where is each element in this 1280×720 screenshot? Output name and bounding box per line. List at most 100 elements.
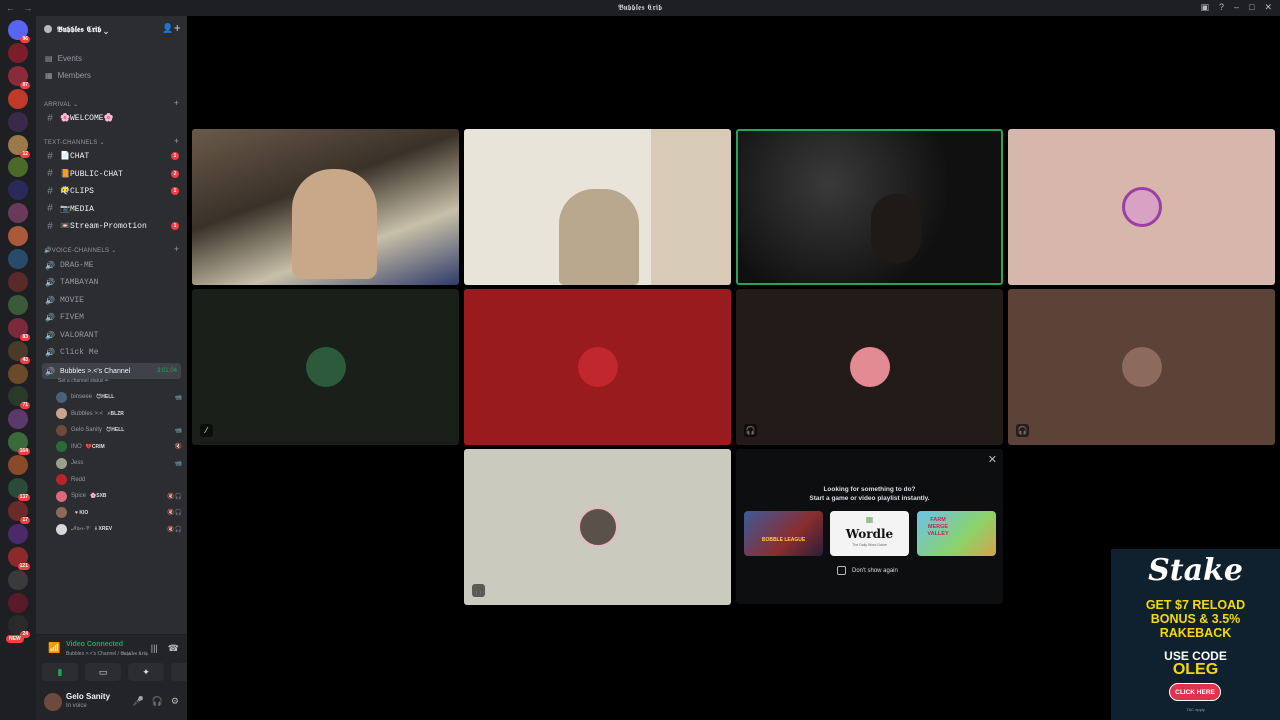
voice-status[interactable]: Video Connected bbox=[66, 641, 123, 648]
video-tile[interactable] bbox=[464, 289, 731, 445]
close-icon[interactable]: ✕ bbox=[1264, 2, 1272, 13]
voice-channel[interactable]: 🔊 Click Me bbox=[42, 345, 181, 361]
avatar[interactable] bbox=[44, 693, 62, 711]
video-tile[interactable]: 🎧 bbox=[464, 449, 731, 605]
inbox-icon[interactable]: ▣ bbox=[1200, 2, 1209, 13]
video-tile[interactable]: 🎧 bbox=[736, 289, 1003, 445]
camera-button[interactable]: ▮ bbox=[42, 663, 78, 681]
voice-channel[interactable]: 🔊 VALORANT bbox=[42, 327, 181, 343]
voice-user[interactable]: Jess 📹 bbox=[56, 455, 182, 471]
voice-user[interactable]: binseee 😈HELL 📹 bbox=[56, 389, 182, 405]
voice-user[interactable]: ♥ KIO 🔇🎧 bbox=[56, 505, 182, 521]
unread-badge: 2 bbox=[171, 169, 179, 178]
add-channel-icon[interactable]: + bbox=[174, 136, 179, 146]
category-voice[interactable]: 🔊VOICE-CHANNELS ⌄ bbox=[44, 247, 117, 254]
voice-user[interactable]: INO 💔CRIM 🔇 bbox=[56, 439, 182, 455]
activities-button[interactable]: ✦ bbox=[128, 663, 164, 681]
voice-user-tag: 💔CRIM bbox=[85, 443, 105, 450]
video-tile[interactable]: 🎧 bbox=[1008, 289, 1275, 445]
members-link[interactable]: ▦ Members bbox=[42, 67, 181, 83]
video-tile[interactable] bbox=[736, 129, 1003, 285]
noise-suppression-icon[interactable]: ||| bbox=[151, 643, 158, 654]
channel-status[interactable]: Set a channel status ✏ bbox=[58, 378, 109, 384]
server-icon[interactable]: 164 bbox=[8, 432, 30, 456]
headphones-icon[interactable]: 🎧 bbox=[152, 696, 163, 707]
guild-header[interactable]: 𝕭𝖚𝖇𝖇𝖑𝖊𝖘 𝕮𝖗𝖎𝖇 ⌄ 👤+ bbox=[36, 16, 187, 42]
server-icon[interactable] bbox=[8, 592, 28, 613]
ad-click-button[interactable]: CLICK HERE bbox=[1169, 683, 1221, 701]
category-text[interactable]: TEXT-CHANNELS ⌄ bbox=[44, 139, 105, 146]
server-icon[interactable] bbox=[8, 157, 28, 178]
disconnect-icon[interactable]: ☎ bbox=[168, 643, 179, 654]
server-icon[interactable] bbox=[8, 226, 28, 247]
activity-card-farm[interactable]: FARM MERGE VALLEY bbox=[917, 511, 996, 556]
active-voice-channel[interactable]: 🔊 Bubbles >.<'s Channel 3:01:04 bbox=[42, 363, 181, 379]
voice-channel[interactable]: 🔊 FIVEM bbox=[42, 310, 181, 326]
help-icon[interactable]: ? bbox=[1219, 2, 1224, 13]
home-icon[interactable]: 96 bbox=[8, 20, 30, 43]
add-channel-icon[interactable]: + bbox=[174, 244, 179, 254]
server-icon[interactable]: 17 bbox=[8, 500, 30, 524]
server-icon[interactable] bbox=[8, 294, 28, 315]
voice-channel[interactable]: 🔊 TAMBAYAN bbox=[42, 275, 181, 291]
video-tile[interactable] bbox=[1008, 129, 1275, 285]
microphone-icon[interactable]: 🎤 bbox=[132, 696, 143, 707]
server-icon[interactable]: 87 bbox=[8, 65, 30, 89]
activity-card-wordle[interactable]: ▦ Wordle The Daily Word Game bbox=[830, 511, 909, 556]
server-icon[interactable]: 71 bbox=[8, 386, 30, 410]
video-tile[interactable] bbox=[464, 129, 731, 285]
text-channel[interactable]: # 📙PUBLIC-CHAT 2 bbox=[42, 166, 181, 182]
channel-welcome[interactable]: # 🌸WELCOME🌸 bbox=[42, 110, 181, 126]
server-icon[interactable]: 24 bbox=[8, 615, 30, 639]
minimize-icon[interactable]: – bbox=[1234, 2, 1239, 13]
voice-user[interactable]: Bubbles >.< ⚡BLZR bbox=[56, 406, 182, 422]
server-icon[interactable]: 83 bbox=[8, 317, 30, 341]
server-icon[interactable] bbox=[8, 111, 28, 132]
voice-user-tag: ⸸ XREV bbox=[94, 526, 113, 532]
user-name[interactable]: Gelo Sanity bbox=[66, 692, 110, 701]
video-tile[interactable] bbox=[192, 129, 459, 285]
text-channel[interactable]: # 😶‍🌫️CLIPS 1 bbox=[42, 183, 181, 199]
text-channel[interactable]: # 📼Stream-Promotion 1 bbox=[42, 218, 181, 234]
video-tile[interactable]: ⁄ bbox=[192, 289, 459, 445]
server-icon[interactable] bbox=[8, 523, 28, 544]
server-icon[interactable]: 121 bbox=[8, 546, 30, 570]
maximize-icon[interactable]: □ bbox=[1249, 2, 1254, 13]
server-icon[interactable] bbox=[8, 249, 28, 269]
text-channel[interactable]: # 📷MEDIA bbox=[42, 201, 181, 217]
server-icon[interactable] bbox=[8, 455, 28, 476]
voice-channel[interactable]: 🔊 DRAG-ME bbox=[42, 257, 181, 273]
server-icon[interactable]: 12 bbox=[8, 134, 30, 158]
server-icon[interactable] bbox=[8, 42, 28, 63]
activity-title-line1: Looking for something to do? bbox=[823, 486, 916, 493]
add-member-icon[interactable]: 👤+ bbox=[162, 24, 181, 34]
user-status: In voice bbox=[66, 703, 87, 709]
voice-user[interactable]: 𝒩𝑜𝒾𝓇-𝒱 ⸸ XREV 🔇🎧 bbox=[56, 521, 182, 537]
voice-user[interactable]: Redd bbox=[56, 472, 182, 488]
server-icon[interactable]: 137 bbox=[8, 478, 30, 501]
events-link[interactable]: ▤ Events bbox=[42, 50, 181, 66]
voice-channel[interactable]: 🔊 MOVIE bbox=[42, 292, 181, 308]
server-icon[interactable] bbox=[8, 409, 28, 430]
server-icon[interactable] bbox=[8, 363, 28, 384]
voice-location[interactable]: Bubbles >.<'s Channel / 𝕭𝖚𝖇𝖇𝖑𝖊𝖘 𝕮𝖗𝖎𝖇 bbox=[66, 651, 148, 657]
server-badge: 17 bbox=[20, 516, 30, 524]
checkbox[interactable] bbox=[837, 566, 846, 575]
server-icon[interactable] bbox=[8, 88, 28, 109]
deafen-icon: 🎧 bbox=[1016, 424, 1029, 437]
dont-show-again[interactable]: Don't show again bbox=[837, 566, 898, 575]
category-arrival[interactable]: ARRIVAL ⌄ bbox=[44, 101, 78, 108]
voice-user[interactable]: Spice 🌸SXB 🔇🎧 bbox=[56, 488, 182, 504]
screenshare-button[interactable]: ▭ bbox=[85, 663, 121, 681]
server-icon[interactable]: 43 bbox=[8, 340, 30, 364]
server-icon[interactable] bbox=[8, 203, 28, 224]
close-icon[interactable]: ✕ bbox=[988, 453, 997, 466]
activity-card-bobble[interactable]: BOBBLE LEAGUE bbox=[744, 511, 823, 556]
server-icon[interactable] bbox=[8, 180, 28, 201]
server-icon[interactable] bbox=[8, 271, 28, 292]
voice-user[interactable]: Gelo Sanity 😈HELL 📹 bbox=[56, 422, 182, 438]
settings-icon[interactable]: ⚙ bbox=[171, 696, 179, 707]
server-icon[interactable] bbox=[8, 569, 28, 590]
add-channel-icon[interactable]: + bbox=[174, 98, 179, 108]
text-channel[interactable]: # 📄CHAT 1 bbox=[42, 148, 181, 164]
